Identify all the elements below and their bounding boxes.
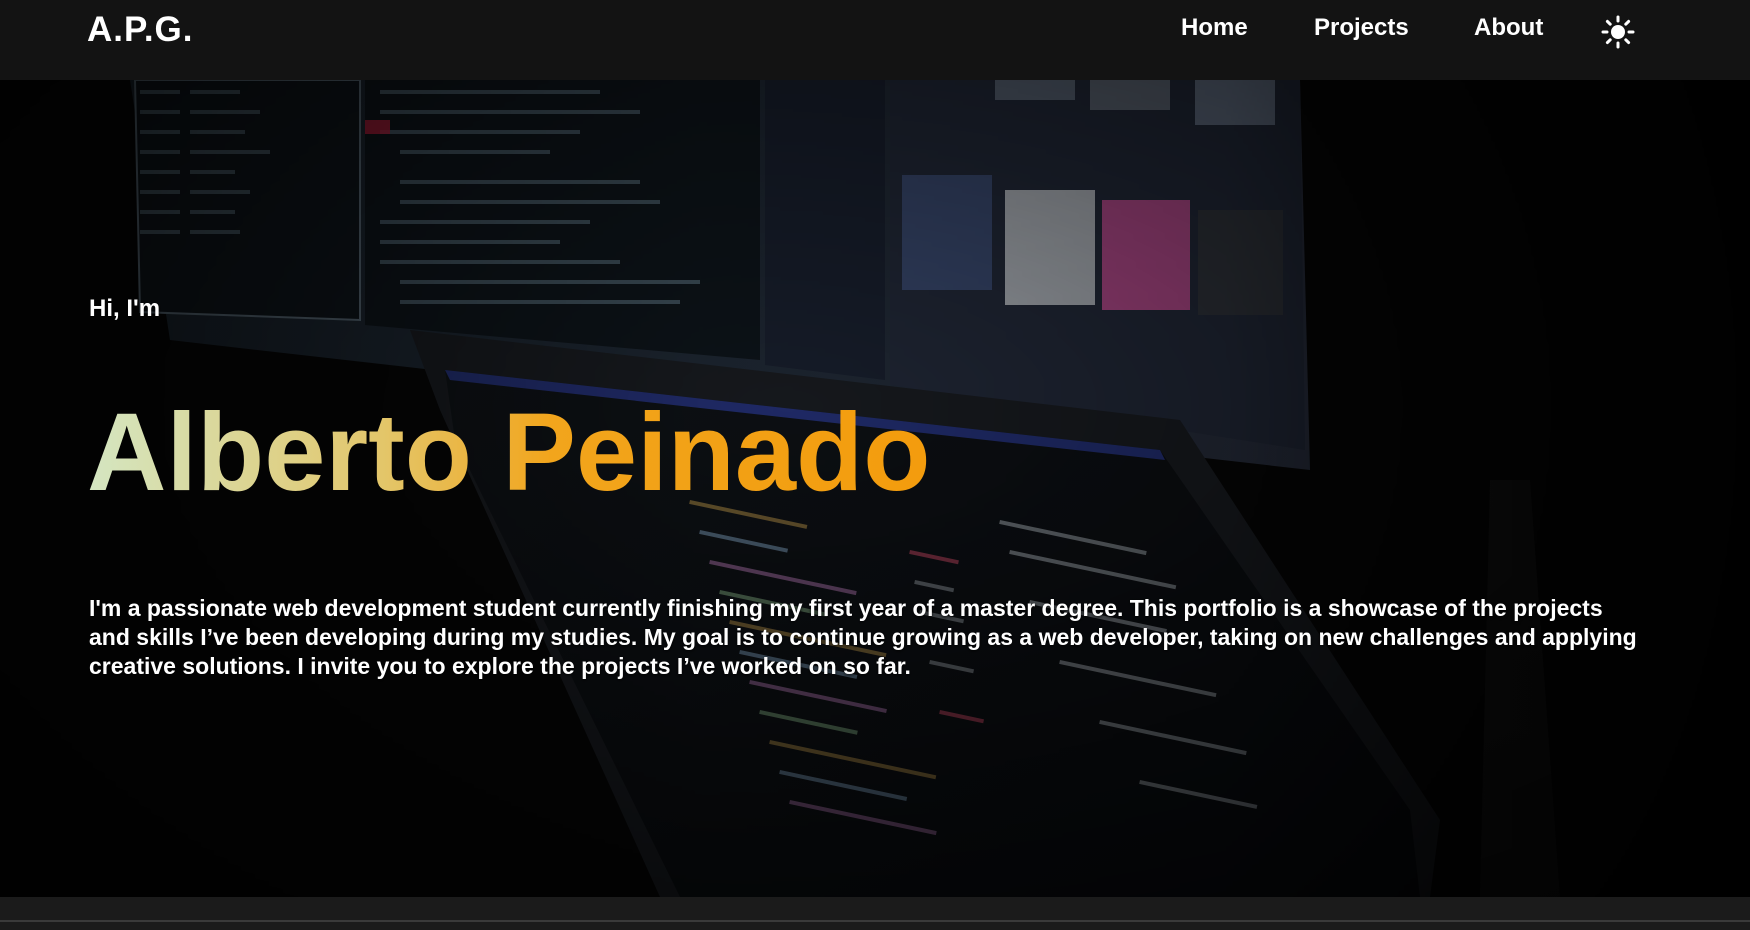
nav-link-about[interactable]: About	[1474, 14, 1543, 42]
hero-section: Hi, I'm Alberto Peinado I'm a passionate…	[0, 80, 1750, 897]
brand-logo[interactable]: A.P.G.	[87, 10, 194, 50]
page: A.P.G. Home Projects About Hi, I'm Alber…	[0, 0, 1750, 930]
nav-link-projects[interactable]: Projects	[1314, 14, 1409, 42]
theme-toggle-button[interactable]	[1600, 14, 1636, 50]
hero-name-heading: Alberto Peinado	[87, 391, 931, 514]
divider	[0, 920, 1750, 922]
hero-description: I'm a passionate web development student…	[89, 595, 1637, 679]
sun-icon	[1601, 15, 1635, 49]
navbar: A.P.G. Home Projects About	[0, 0, 1750, 80]
nav-link-home[interactable]: Home	[1181, 14, 1248, 42]
page-bottom-strip	[0, 897, 1750, 930]
hero-greeting: Hi, I'm	[89, 295, 161, 322]
